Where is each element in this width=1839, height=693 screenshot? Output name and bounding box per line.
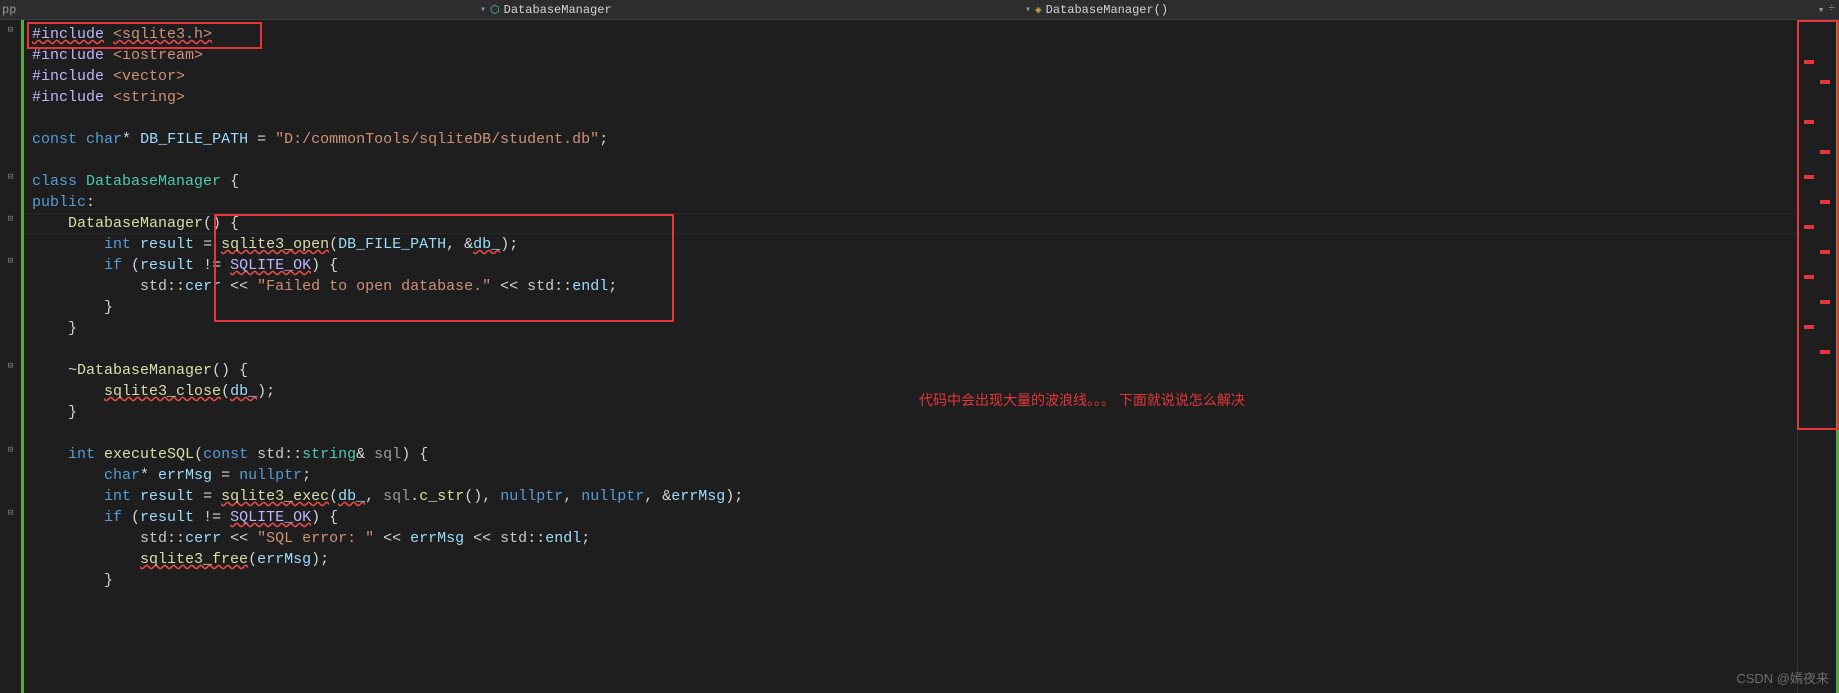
dropdown-icon[interactable]: ▾ [1818, 3, 1825, 17]
code-line[interactable]: DatabaseManager() { [32, 213, 1789, 234]
topbar-actions: ▾ ÷ [1818, 3, 1835, 17]
fold-toggle[interactable]: ⊟ [0, 20, 21, 41]
dropdown-icon[interactable]: ▾ [480, 4, 486, 16]
fold-toggle[interactable]: ⊟ [0, 503, 21, 524]
breadcrumb-class-label: DatabaseManager [504, 3, 612, 17]
error-marker[interactable] [1820, 80, 1830, 84]
code-line[interactable]: std::cerr << "SQL error: " << errMsg << … [32, 528, 1789, 549]
code-line[interactable]: sqlite3_free(errMsg); [32, 549, 1789, 570]
split-icon[interactable]: ÷ [1828, 3, 1835, 17]
fold-toggle[interactable]: ⊟ [0, 440, 21, 461]
fold-gutter[interactable]: ⊟ ⊟ ⊟ ⊟ ⊟ ⊟ ⊟ [0, 20, 24, 693]
error-marker[interactable] [1820, 150, 1830, 154]
code-line[interactable]: #include <vector> [32, 66, 1789, 87]
code-line[interactable]: if (result != SQLITE_OK) { [32, 255, 1789, 276]
code-line[interactable]: } [32, 570, 1789, 591]
breadcrumb-method-label: DatabaseManager() [1046, 3, 1168, 17]
code-line[interactable]: int result = sqlite3_open(DB_FILE_PATH, … [32, 234, 1789, 255]
code-editor[interactable]: #include <sqlite3.h> #include <iostream>… [24, 20, 1797, 693]
fold-toggle[interactable]: ⊟ [0, 209, 21, 230]
code-line[interactable]: #include <string> [32, 87, 1789, 108]
error-marker[interactable] [1820, 250, 1830, 254]
code-line[interactable]: } [32, 297, 1789, 318]
code-line[interactable]: class DatabaseManager { [32, 171, 1789, 192]
error-marker[interactable] [1804, 60, 1814, 64]
error-marker[interactable] [1804, 275, 1814, 279]
error-marker[interactable] [1804, 120, 1814, 124]
scrollbar-overview[interactable] [1797, 20, 1839, 693]
code-line[interactable]: std::cerr << "Failed to open database." … [32, 276, 1789, 297]
fold-toggle[interactable]: ⊟ [0, 251, 21, 272]
code-line[interactable]: #include <sqlite3.h> [32, 24, 1789, 45]
breadcrumb-bar: pp ▾ ⬡ DatabaseManager ▾ ◈ DatabaseManag… [0, 0, 1839, 20]
code-line[interactable]: public: [32, 192, 1789, 213]
error-marker[interactable] [1820, 200, 1830, 204]
error-marker[interactable] [1820, 350, 1830, 354]
code-line[interactable]: ~DatabaseManager() { [32, 360, 1789, 381]
code-line[interactable]: sqlite3_close(db_); [32, 381, 1789, 402]
annotation-text: 代码中会出现大量的波浪线。。。 下面就说说怎么解决 [919, 390, 1245, 411]
error-marker[interactable] [1820, 300, 1830, 304]
watermark: CSDN @嫣夜来 [1736, 668, 1829, 687]
error-marker[interactable] [1804, 175, 1814, 179]
fold-toggle[interactable]: ⊟ [0, 356, 21, 377]
code-line[interactable]: int executeSQL(const std::string& sql) { [32, 444, 1789, 465]
code-line[interactable]: int result = sqlite3_exec(db_, sql.c_str… [32, 486, 1789, 507]
error-marker[interactable] [1804, 225, 1814, 229]
dropdown-icon[interactable]: ▾ [1025, 4, 1031, 16]
class-icon: ⬡ [490, 3, 500, 17]
code-line[interactable]: const char* DB_FILE_PATH = "D:/commonToo… [32, 129, 1789, 150]
code-line[interactable]: char* errMsg = nullptr; [32, 465, 1789, 486]
method-icon: ◈ [1035, 3, 1042, 17]
file-tab-suffix: pp [0, 3, 16, 17]
code-line[interactable]: #include <iostream> [32, 45, 1789, 66]
error-marker[interactable] [1804, 325, 1814, 329]
fold-toggle[interactable]: ⊟ [0, 167, 21, 188]
code-line[interactable]: if (result != SQLITE_OK) { [32, 507, 1789, 528]
breadcrumb-method[interactable]: ▾ ◈ DatabaseManager() [1025, 3, 1168, 17]
editor-area: ⊟ ⊟ ⊟ ⊟ ⊟ ⊟ ⊟ #include <sqlite3.h> #incl… [0, 20, 1839, 693]
breadcrumb-class[interactable]: ▾ ⬡ DatabaseManager [480, 3, 612, 17]
code-line[interactable]: } [32, 318, 1789, 339]
code-line[interactable]: } [32, 402, 1789, 423]
